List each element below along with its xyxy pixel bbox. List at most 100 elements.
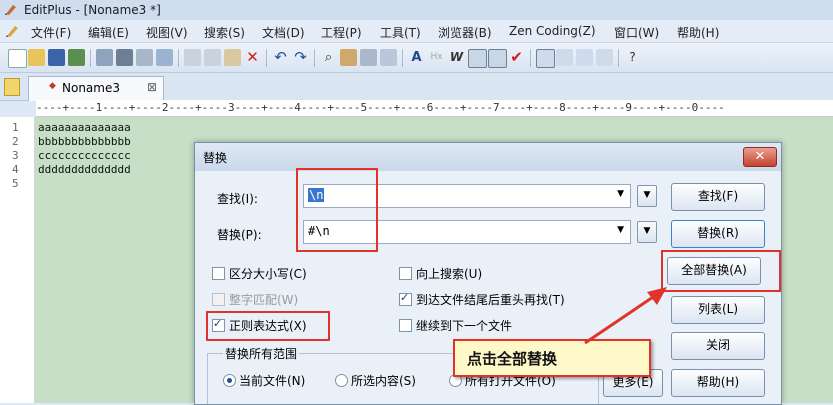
dialog-title: 替换: [203, 151, 228, 165]
line-number-toggle-icon[interactable]: [488, 49, 507, 68]
code-line: cccccccccccccc: [38, 149, 131, 162]
toolbar-separator: [402, 49, 403, 67]
regex-highlight-box: [206, 311, 330, 341]
undo-icon[interactable]: ↶: [272, 49, 289, 66]
find-button[interactable]: 查找(F): [671, 183, 765, 211]
toolbar-separator: [90, 49, 91, 67]
browser-preview-icon[interactable]: [156, 49, 173, 66]
menu-help[interactable]: 帮助(H): [677, 24, 719, 41]
scope-selection-radio[interactable]: [335, 374, 348, 387]
line-number: 2: [12, 135, 19, 148]
tab-noname3[interactable]: ◆ Noname3 ⊠: [28, 76, 164, 101]
save-all-icon[interactable]: [68, 49, 85, 66]
title-bar: EditPlus - [Noname3 *]: [0, 0, 833, 20]
new-file-icon[interactable]: [8, 49, 27, 68]
ruler-text: ----+----1----+----2----+----3----+----4…: [36, 101, 725, 114]
replace-label: 替换(P):: [217, 228, 262, 242]
hex-icon[interactable]: Hx: [428, 49, 445, 66]
menu-file[interactable]: 文件(F): [31, 24, 71, 41]
toolbar-separator: [266, 49, 267, 67]
code-line: aaaaaaaaaaaaaa: [38, 121, 131, 134]
context-help-icon[interactable]: ?: [624, 49, 641, 66]
match-case-label: 区分大小写(C): [229, 267, 307, 281]
font-icon[interactable]: A: [408, 49, 425, 66]
ruler-toggle-icon[interactable]: [468, 49, 487, 68]
find-replace-highlight-box: [296, 168, 378, 252]
spell-check-icon[interactable]: [136, 49, 153, 66]
replace-regex-menu-button[interactable]: ▼: [637, 221, 657, 243]
replace-icon[interactable]: [340, 49, 357, 66]
search-up-label: 向上搜索(U): [416, 267, 483, 281]
cliptext-window-icon[interactable]: [596, 49, 613, 66]
replace-all-highlight-box: [661, 250, 781, 292]
word-wrap-icon[interactable]: W: [448, 49, 465, 66]
scope-group-title: 替换所有范围: [223, 345, 300, 362]
close-button[interactable]: 关闭: [671, 332, 765, 360]
copy-icon[interactable]: [204, 49, 221, 66]
chevron-down-icon[interactable]: ▼: [617, 189, 624, 199]
output-window-icon[interactable]: [576, 49, 593, 66]
menu-browser[interactable]: 浏览器(B): [438, 24, 492, 41]
code-line: bbbbbbbbbbbbbb: [38, 135, 131, 148]
toolbar-separator: [178, 49, 179, 67]
find-regex-menu-button[interactable]: ▼: [637, 185, 657, 207]
menu-tools[interactable]: 工具(T): [380, 24, 421, 41]
tab-close-icon[interactable]: ⊠: [147, 80, 157, 94]
menu-edit[interactable]: 编辑(E): [88, 24, 129, 41]
document-list-icon[interactable]: [4, 78, 20, 96]
open-folder-icon[interactable]: [28, 49, 45, 66]
menu-view[interactable]: 视图(V): [146, 24, 188, 41]
goto-icon[interactable]: [360, 49, 377, 66]
indent-icon[interactable]: [380, 49, 397, 66]
match-case-checkbox[interactable]: [212, 267, 225, 280]
menu-project[interactable]: 工程(P): [321, 24, 362, 41]
find-label: 查找(I):: [217, 192, 258, 206]
menu-bar: 文件(F) 编辑(E) 视图(V) 搜索(S) 文档(D) 工程(P) 工具(T…: [0, 20, 833, 43]
delete-icon[interactable]: ✕: [244, 49, 261, 66]
redo-icon[interactable]: ↷: [292, 49, 309, 66]
replace-dialog: 替换 ✕ 查找(I): \n ▼ ▼ 替换(P): #\n ▼ ▼ 区分大小写(…: [194, 142, 782, 405]
replace-button[interactable]: 替换(R): [671, 220, 765, 248]
help-button[interactable]: 帮助(H): [671, 369, 765, 397]
menu-document[interactable]: 文档(D): [262, 24, 305, 41]
checkmark-icon[interactable]: ✔: [508, 49, 525, 66]
next-file-label: 继续到下一个文件: [416, 319, 513, 333]
list-button[interactable]: 列表(L): [671, 296, 765, 324]
print-preview-icon[interactable]: [96, 49, 113, 66]
wrap-around-checkbox[interactable]: [399, 291, 412, 306]
search-up-checkbox[interactable]: [399, 267, 412, 280]
editplus-app-icon[interactable]: [4, 3, 18, 16]
tab-label: Noname3: [62, 81, 120, 95]
save-icon[interactable]: [48, 49, 65, 66]
toolbar-separator: [530, 49, 531, 67]
callout-arrow-icon: [584, 287, 667, 345]
whole-word-checkbox[interactable]: [212, 293, 225, 306]
dialog-close-button[interactable]: ✕: [743, 147, 777, 167]
toolbar-separator: [314, 49, 315, 67]
wrap-around-label: 到达文件结尾后重头再找(T): [416, 293, 565, 307]
window-layout-icon[interactable]: [536, 49, 555, 68]
document-tab-bar: ◆ Noname3 ⊠: [0, 73, 833, 101]
modified-marker-icon: ◆: [49, 81, 56, 91]
directory-window-icon[interactable]: [556, 49, 573, 66]
scope-current-radio[interactable]: [223, 374, 236, 387]
pencil-icon: [6, 26, 18, 37]
scope-selection-label: 所选内容(S): [351, 374, 416, 388]
dialog-title-bar[interactable]: 替换 ✕: [195, 143, 781, 171]
line-number: 4: [12, 163, 19, 176]
menu-window[interactable]: 窗口(W): [614, 24, 659, 41]
menu-search[interactable]: 搜索(S): [204, 24, 245, 41]
column-ruler: ----+----1----+----2----+----3----+----4…: [36, 100, 833, 117]
line-number: 5: [12, 177, 19, 190]
window-title: EditPlus - [Noname3 *]: [24, 3, 161, 17]
line-number: 1: [12, 121, 19, 134]
cut-icon[interactable]: [184, 49, 201, 66]
line-number: 3: [12, 149, 19, 162]
find-icon[interactable]: ⌕: [320, 49, 337, 66]
print-icon[interactable]: [116, 49, 133, 66]
paste-icon[interactable]: [224, 49, 241, 66]
menu-zen-coding[interactable]: Zen Coding(Z): [509, 24, 596, 38]
chevron-down-icon[interactable]: ▼: [617, 225, 624, 235]
code-line: dddddddddddddd: [38, 163, 131, 176]
next-file-checkbox[interactable]: [399, 319, 412, 332]
